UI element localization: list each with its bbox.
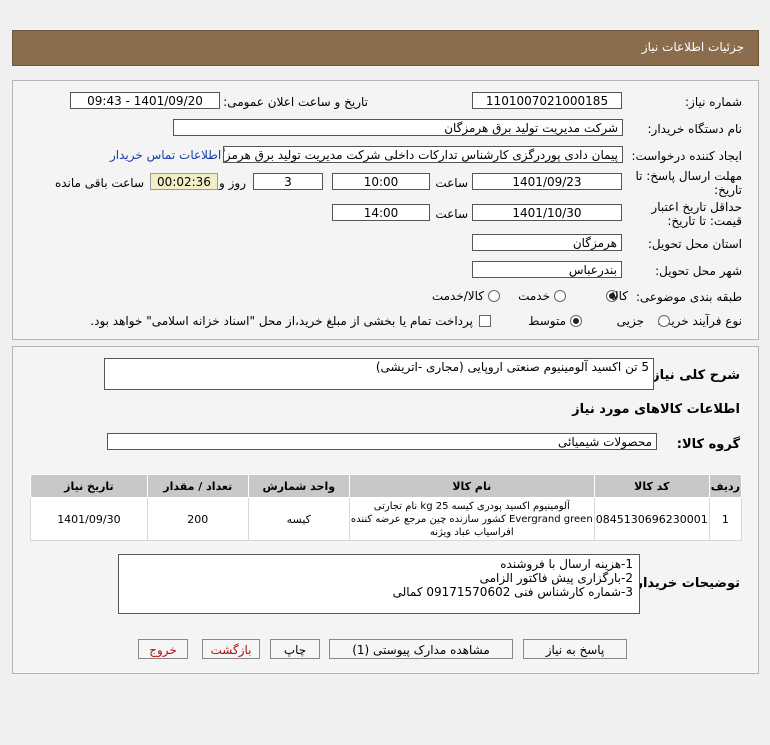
province-field: هرمزگان — [472, 234, 622, 251]
exit-button[interactable]: خروج — [138, 639, 188, 659]
col-row: ردیف — [708, 474, 743, 498]
page-title: جزئیات اطلاعات نیاز — [641, 40, 744, 54]
need-number-label: شماره نیاز: — [685, 95, 742, 109]
buyer-org-field: شرکت مدیریت تولید برق هرمزگان — [173, 119, 623, 136]
days-field: 3 — [253, 173, 323, 190]
process-medium-label: متوسط — [528, 314, 566, 328]
validity-date-field: 1401/10/30 — [472, 204, 622, 221]
remaining-timer: 00:02:36 — [150, 173, 218, 190]
city-field: بندرعباس — [472, 261, 622, 278]
notes-label: توضیحات خریدار: — [630, 576, 740, 591]
col-date: تاریخ نیاز — [30, 474, 148, 498]
announce-field: 1401/09/20 - 09:43 — [70, 92, 220, 109]
need-number-field: 1101007021000185 — [472, 92, 622, 109]
buyer-org-label: نام دستگاه خریدار: — [647, 122, 743, 136]
cell-unit: کیسه — [247, 497, 350, 541]
category-radio-goods-service[interactable] — [488, 290, 500, 302]
reply-deadline-label-2: تاریخ: — [714, 183, 742, 197]
col-code: کد کالا — [593, 474, 710, 498]
validity-label-2: قیمت: تا تاریخ: — [667, 214, 742, 228]
cell-qty: 200 — [146, 497, 249, 541]
reply-date-field: 1401/09/23 — [472, 173, 622, 190]
treasury-checkbox[interactable] — [479, 315, 491, 327]
goods-section-title: اطلاعات کالاهای مورد نیاز — [572, 402, 740, 417]
attachments-button[interactable]: مشاهده مدارک پیوستی (1) — [329, 639, 513, 659]
print-button[interactable]: چاپ — [270, 639, 320, 659]
treasury-note: پرداخت تمام یا بخشی از مبلغ خرید،از محل … — [90, 314, 473, 328]
days-label: روز و — [219, 176, 246, 190]
back-button[interactable]: بازگشت — [202, 639, 260, 659]
note-line: 3-شماره کارشناس فنی 09171570602 کمالی — [392, 585, 633, 599]
col-unit: واحد شمارش — [247, 474, 350, 498]
category-radio-service[interactable] — [554, 290, 566, 302]
cell-date: 1401/09/30 — [30, 497, 148, 541]
summary-field: 5 تن اکسید آلومینیوم صنعتی اروپایی (مجار… — [104, 358, 654, 390]
col-qty: تعداد / مقدار — [146, 474, 249, 498]
creator-field: پیمان دادی پوردرگزی کارشناس تدارکات داخل… — [223, 146, 623, 163]
goods-group-label: گروه کالا: — [676, 437, 740, 452]
table-row: 1 0845130696230001 آلومینیوم اکسید پودری… — [30, 497, 743, 541]
category-goods-label: کالا — [611, 289, 628, 303]
reply-time-field: 10:00 — [332, 173, 430, 190]
validity-time-field: 14:00 — [332, 204, 430, 221]
summary-label: شرح کلی نیاز: — [646, 368, 740, 383]
province-label: استان محل تحویل: — [647, 237, 742, 251]
remaining-label: ساعت باقی مانده — [54, 176, 144, 190]
process-radio-medium[interactable] — [570, 315, 582, 327]
category-label: طبقه بندی موضوعی: — [635, 290, 742, 304]
reply-deadline-label: مهلت ارسال پاسخ: تا — [635, 169, 742, 183]
goods-group-field: محصولات شیمیائی — [107, 433, 657, 450]
note-line: 1-هزینه ارسال با فروشنده — [500, 557, 633, 571]
process-minor-label: جزیی — [616, 314, 644, 328]
col-name: نام کالا — [348, 474, 595, 498]
category-goods-service-label: کالا/خدمت — [431, 289, 484, 303]
category-service-label: خدمت — [518, 289, 550, 303]
validity-time-label: ساعت — [435, 207, 468, 221]
city-label: شهر محل تحویل: — [655, 264, 742, 278]
announce-label: تاریخ و ساعت اعلان عمومی: — [223, 95, 368, 109]
process-radio-minor[interactable] — [658, 315, 670, 327]
creator-label: ایجاد کننده درخواست: — [631, 149, 742, 163]
goods-table: ردیف کد کالا نام کالا واحد شمارش تعداد /… — [30, 474, 743, 541]
page-header: جزئیات اطلاعات نیاز — [12, 30, 759, 66]
cell-row: 1 — [708, 497, 743, 541]
reply-time-label: ساعت — [435, 176, 468, 190]
cell-code: 0845130696230001 — [593, 497, 710, 541]
goods-table-header: ردیف کد کالا نام کالا واحد شمارش تعداد /… — [30, 474, 743, 498]
validity-label: حداقل تاریخ اعتبار — [651, 200, 742, 214]
contact-info-link[interactable]: اطلاعات تماس خریدار — [110, 148, 221, 162]
note-line: 2-بارگزاری پیش فاکتور الزامی — [479, 571, 633, 585]
cell-name: آلومینیوم اکسید پودری کیسه 25 kg نام تجا… — [348, 497, 595, 541]
notes-box: 1-هزینه ارسال با فروشنده 2-بارگزاری پیش … — [118, 554, 640, 614]
reply-button[interactable]: پاسخ به نیاز — [523, 639, 627, 659]
